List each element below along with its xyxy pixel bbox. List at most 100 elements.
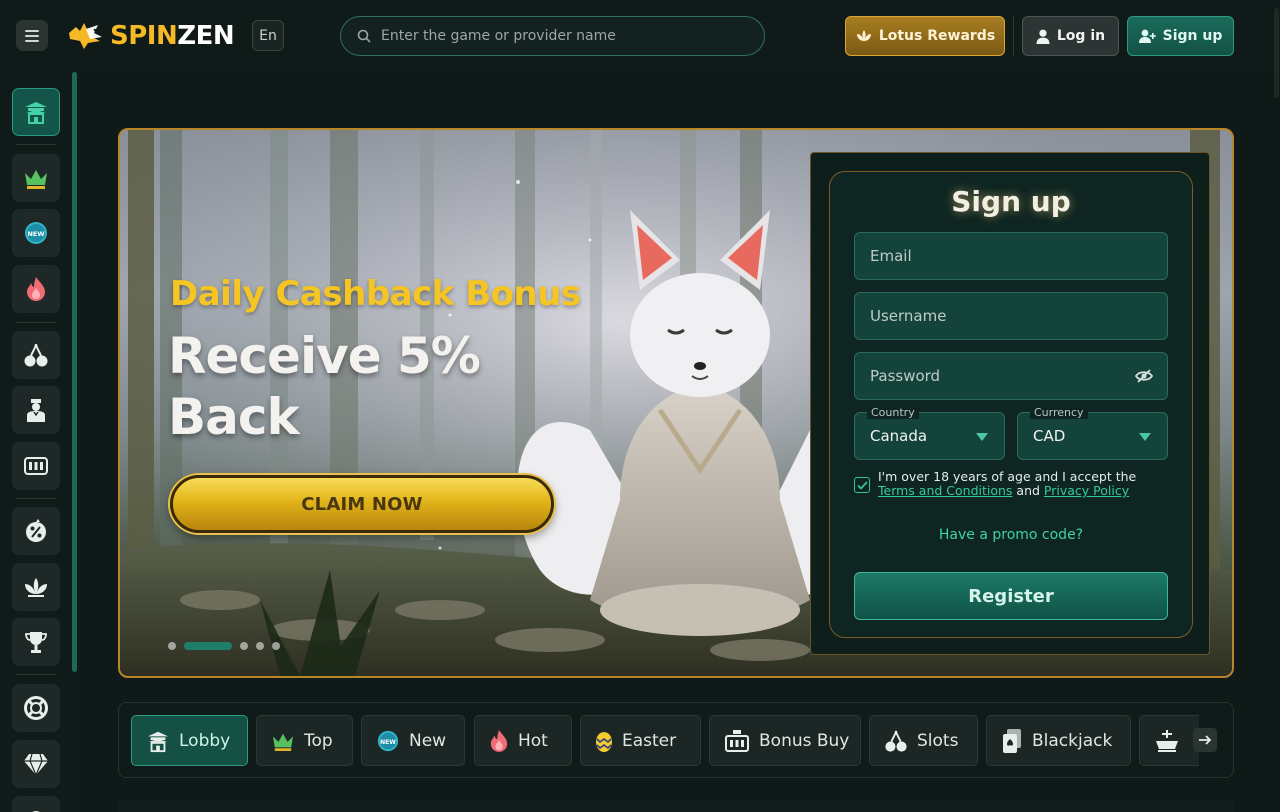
username-field[interactable] bbox=[854, 292, 1168, 340]
currency-label: Currency bbox=[1030, 406, 1088, 419]
claim-now-button[interactable]: CLAIM NOW bbox=[170, 475, 554, 533]
email-input[interactable] bbox=[870, 247, 1130, 265]
lotus-rewards-button[interactable]: Lotus Rewards bbox=[845, 16, 1005, 56]
sidebar-divider bbox=[16, 498, 56, 499]
terms-link[interactable]: Terms and Conditions bbox=[878, 483, 1012, 498]
add-user-icon bbox=[1138, 29, 1156, 43]
country-value: Canada bbox=[870, 427, 928, 445]
hero-title: Receive 5% Back bbox=[168, 327, 481, 446]
sidebar-item-promotions[interactable] bbox=[12, 507, 60, 555]
sidebar-item-more[interactable] bbox=[12, 796, 60, 812]
sidebar-item-lotus-rewards[interactable] bbox=[12, 563, 60, 611]
category-label: Bonus Buy bbox=[759, 730, 850, 751]
dealer-icon bbox=[27, 399, 45, 422]
terms-checkbox[interactable] bbox=[854, 477, 870, 493]
terms-row: I'm over 18 years of age and I accept th… bbox=[854, 470, 1168, 498]
carousel-dot[interactable] bbox=[240, 642, 248, 650]
site-logo[interactable]: SPINZEN bbox=[66, 18, 235, 54]
search-icon bbox=[357, 29, 371, 43]
login-button[interactable]: Log in bbox=[1022, 16, 1119, 56]
chevron-down-icon bbox=[1139, 433, 1151, 441]
hide-password-icon[interactable] bbox=[1135, 368, 1153, 384]
signup-panel: Sign up Country Canada C bbox=[810, 152, 1210, 655]
search-input[interactable] bbox=[381, 28, 741, 44]
lotus-icon bbox=[25, 578, 47, 597]
category-tab-easter[interactable]: Easter bbox=[580, 715, 701, 766]
category-label: Easter bbox=[622, 730, 677, 751]
header: SPINZEN En Lotus Rewards Log in Si bbox=[0, 0, 1280, 98]
search-bar[interactable] bbox=[340, 16, 765, 56]
password-field[interactable] bbox=[854, 352, 1168, 400]
sidebar-item-support[interactable] bbox=[12, 684, 60, 732]
sidebar-item-live-dealer[interactable] bbox=[12, 386, 60, 434]
country-label: Country bbox=[867, 406, 919, 419]
signup-label: Sign up bbox=[1162, 28, 1223, 44]
sidebar-scrollbar[interactable] bbox=[72, 72, 77, 672]
category-label: Slots bbox=[917, 730, 959, 751]
category-tab-bonus-buy[interactable]: Bonus Buy bbox=[709, 715, 861, 766]
language-selector[interactable]: En bbox=[252, 20, 284, 51]
sidebar: NEW bbox=[0, 72, 80, 812]
hero-subtitle: Daily Cashback Bonus bbox=[170, 274, 581, 314]
sidebar-divider bbox=[16, 674, 56, 675]
carousel-dot[interactable] bbox=[256, 642, 264, 650]
sidebar-item-hot[interactable] bbox=[12, 265, 60, 313]
hero-banner: Daily Cashback Bonus Receive 5% Back CLA… bbox=[118, 128, 1234, 678]
page-scrollbar[interactable] bbox=[1272, 0, 1280, 100]
scroll-right-arrow-icon[interactable] bbox=[1193, 728, 1217, 752]
carousel-dot[interactable] bbox=[272, 642, 280, 650]
carousel-dot-active[interactable] bbox=[184, 642, 232, 650]
terms-prefix: I'm over 18 years of age and I accept th… bbox=[878, 469, 1137, 484]
diamond-icon bbox=[24, 753, 48, 776]
new-badge-icon: NEW bbox=[25, 222, 47, 244]
category-tab-slots[interactable]: Slots bbox=[869, 715, 978, 766]
content-section-top bbox=[118, 800, 1234, 812]
flame-icon bbox=[27, 277, 45, 301]
signup-button[interactable]: Sign up bbox=[1127, 16, 1234, 56]
hamburger-menu-icon[interactable] bbox=[16, 20, 48, 51]
sidebar-item-vip[interactable] bbox=[12, 740, 60, 788]
signup-title: Sign up bbox=[951, 185, 1071, 218]
category-tab-hot[interactable]: Hot bbox=[474, 715, 572, 766]
terms-and: and bbox=[1012, 483, 1044, 498]
sidebar-item-lobby[interactable] bbox=[12, 88, 60, 136]
lifebuoy-icon bbox=[24, 696, 48, 720]
country-select[interactable]: Country Canada bbox=[854, 406, 1005, 460]
category-tab-top[interactable]: Top bbox=[256, 715, 353, 766]
currency-select[interactable]: Currency CAD bbox=[1017, 406, 1168, 460]
category-label: Blackjack bbox=[1032, 730, 1113, 751]
category-bar: Lobby Top NEW New Hot Easter Bonus Buy S… bbox=[118, 702, 1234, 778]
fox-logo-icon bbox=[69, 23, 102, 49]
category-tab-blackjack[interactable]: Blackjack bbox=[986, 715, 1131, 766]
sidebar-item-bonus-buy[interactable] bbox=[12, 442, 60, 490]
privacy-link[interactable]: Privacy Policy bbox=[1044, 483, 1129, 498]
category-tab-roulette[interactable] bbox=[1139, 715, 1199, 766]
category-tab-lobby[interactable]: Lobby bbox=[131, 715, 248, 766]
promo-code-link[interactable]: Have a promo code? bbox=[830, 527, 1192, 543]
email-field[interactable] bbox=[854, 232, 1168, 280]
carousel-dot[interactable] bbox=[168, 642, 176, 650]
category-tab-new[interactable]: NEW New bbox=[361, 715, 465, 766]
lotus-rewards-label: Lotus Rewards bbox=[878, 28, 996, 44]
category-label: New bbox=[409, 730, 447, 751]
bonus-buy-icon bbox=[725, 729, 749, 752]
new-badge-icon: NEW bbox=[377, 730, 399, 751]
category-label: Hot bbox=[518, 730, 548, 751]
bonus-buy-icon bbox=[24, 457, 48, 475]
lotus-icon bbox=[856, 30, 871, 41]
cherries-icon bbox=[24, 343, 48, 367]
percent-icon bbox=[26, 519, 46, 542]
easter-egg-icon bbox=[596, 731, 612, 752]
sidebar-item-new[interactable]: NEW bbox=[12, 209, 60, 257]
username-input[interactable] bbox=[870, 307, 1130, 325]
sidebar-item-top[interactable] bbox=[12, 154, 60, 202]
terms-text: I'm over 18 years of age and I accept th… bbox=[878, 470, 1168, 498]
logo-zen-text: ZEN bbox=[177, 21, 235, 51]
sidebar-item-tournaments[interactable] bbox=[12, 618, 60, 666]
register-button[interactable]: Register bbox=[854, 572, 1168, 620]
password-input[interactable] bbox=[870, 367, 1130, 385]
currency-value: CAD bbox=[1033, 427, 1066, 445]
carousel-dots bbox=[168, 642, 280, 650]
roulette-icon bbox=[1156, 729, 1178, 752]
sidebar-item-slots[interactable] bbox=[12, 331, 60, 379]
